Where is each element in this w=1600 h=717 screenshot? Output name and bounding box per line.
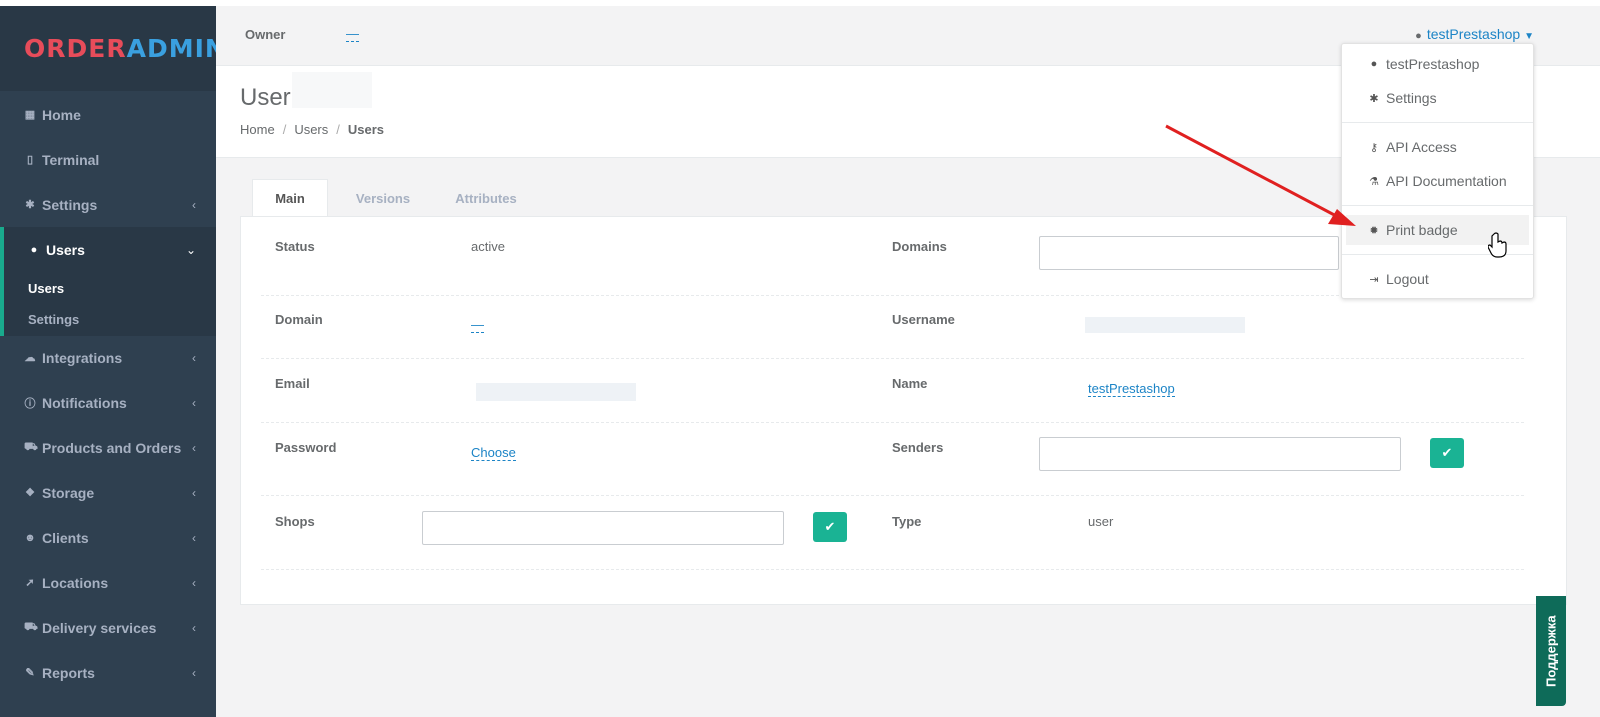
shops-label: Shops: [275, 514, 315, 529]
dropdown-item-profile[interactable]: ● testPrestashop: [1346, 49, 1529, 79]
user-icon: ●: [1370, 58, 1378, 70]
user-menu-toggle[interactable]: ● testPrestashop ▼: [1415, 26, 1534, 42]
senders-input[interactable]: [1039, 437, 1401, 471]
submenu-item-settings[interactable]: Settings: [28, 312, 79, 327]
submenu-item-users[interactable]: Users: [28, 281, 64, 296]
type-label: Type: [892, 514, 922, 529]
dropdown-divider: [1342, 205, 1533, 206]
redacted-username: [1085, 317, 1245, 333]
info-icon: ⓘ: [24, 397, 36, 410]
user-dropdown-menu: ● testPrestashop ✱ Settings ⚷ API Access ⚗ A…: [1341, 43, 1534, 299]
users-icon: ☻: [24, 531, 36, 544]
cart-icon: ⛟: [24, 440, 38, 453]
chevron-left-icon: ‹: [192, 395, 196, 410]
chevron-left-icon: ‹: [192, 620, 196, 635]
sidebar-item-home[interactable]: ▦ Home: [0, 92, 216, 137]
truck-icon: ⛟: [24, 620, 38, 633]
row-divider: [261, 495, 1524, 496]
domains-label: Domains: [892, 239, 947, 254]
breadcrumb-home[interactable]: Home: [240, 122, 275, 137]
sidebar-item-locations[interactable]: ➚ Locations ‹: [0, 560, 216, 605]
chevron-left-icon: ‹: [192, 530, 196, 545]
status-value: active: [471, 239, 505, 254]
row-divider: [261, 358, 1524, 359]
shops-confirm-button[interactable]: ✔: [813, 512, 847, 542]
sidebar-item-settings[interactable]: ✱ Settings ‹: [0, 182, 216, 227]
location-arrow-icon: ➚: [25, 577, 35, 589]
row-divider: [261, 569, 1524, 570]
owner-label: Owner: [245, 27, 286, 42]
certificate-icon: ✹: [1369, 224, 1379, 237]
check-icon: ✔: [824, 519, 836, 534]
shops-input[interactable]: [422, 511, 784, 545]
sidebar-item-clients[interactable]: ☻ Clients ‹: [0, 515, 216, 560]
redacted-id: [292, 72, 372, 108]
chevron-left-icon: ‹: [192, 197, 196, 212]
orderadmin-logo[interactable]: ORDERADMIN: [24, 34, 227, 63]
sign-out-icon: ⇥: [1369, 273, 1379, 286]
flask-icon: ⚗: [1369, 175, 1379, 188]
user-icon: ●: [1415, 30, 1422, 42]
breadcrumb-users[interactable]: Users: [294, 122, 328, 137]
gear-icon: ✱: [1369, 92, 1379, 105]
chevron-left-icon: ‹: [192, 575, 196, 590]
name-value[interactable]: testPrestashop: [1088, 381, 1175, 397]
name-label: Name: [892, 376, 928, 391]
logo-area: ORDERADMIN: [0, 6, 226, 91]
row-divider: [261, 295, 1524, 296]
tablet-icon: ▯: [26, 154, 34, 166]
status-label: Status: [275, 239, 315, 254]
sidebar-item-notifications[interactable]: ⓘ Notifications ‹: [0, 380, 216, 425]
caret-down-icon: ▼: [1524, 31, 1534, 42]
sidebar-item-storage[interactable]: ❖ Storage ‹: [0, 470, 216, 515]
senders-confirm-button[interactable]: ✔: [1430, 438, 1464, 468]
sidebar-item-integrations[interactable]: ☁ Integrations ‹: [0, 335, 216, 380]
redacted-email: [476, 383, 636, 401]
dropdown-divider: [1342, 122, 1533, 123]
password-choose-link[interactable]: Choose: [471, 445, 516, 461]
sidebar-item-users[interactable]: ● Users ⌄: [0, 227, 216, 272]
hand-cursor-icon: [1488, 232, 1507, 258]
grid-icon: ▦: [24, 109, 36, 121]
sidebar-item-delivery-services[interactable]: ⛟ Delivery services ‹: [0, 605, 216, 650]
dropdown-item-api-documentation[interactable]: ⚗ API Documentation: [1346, 166, 1529, 196]
tab-main[interactable]: Main: [252, 179, 328, 217]
domain-label: Domain: [275, 312, 323, 327]
support-tab[interactable]: Поддержка: [1536, 596, 1566, 706]
paperclip-icon: ✎: [25, 667, 35, 679]
sidebar-item-reports[interactable]: ✎ Reports ‹: [0, 650, 216, 695]
tab-versions[interactable]: Versions: [346, 179, 420, 217]
domains-input[interactable]: [1039, 236, 1339, 270]
users-submenu: Users Settings: [0, 271, 216, 336]
dropdown-item-api-access[interactable]: ⚷ API Access: [1346, 132, 1529, 162]
chevron-left-icon: ‹: [192, 485, 196, 500]
domain-selector[interactable]: —: [471, 317, 484, 333]
email-label: Email: [275, 376, 310, 391]
page-title: User: [240, 84, 291, 111]
senders-label: Senders: [892, 440, 944, 455]
dropdown-item-settings[interactable]: ✱ Settings: [1346, 83, 1529, 113]
key-icon: ⚷: [1369, 141, 1379, 154]
chevron-left-icon: ‹: [192, 350, 196, 365]
user-icon: ●: [30, 243, 38, 256]
owner-selector[interactable]: —: [346, 27, 359, 42]
chevron-down-icon: ⌄: [185, 242, 196, 257]
chevron-left-icon: ‹: [192, 440, 196, 455]
breadcrumb-current: Users: [347, 122, 385, 137]
dropdown-item-logout[interactable]: ⇥ Logout: [1346, 264, 1529, 294]
gear-icon: ✱: [25, 199, 35, 211]
cubes-icon: ❖: [25, 487, 35, 499]
chevron-left-icon: ‹: [192, 665, 196, 680]
type-value: user: [1088, 514, 1114, 529]
password-label: Password: [275, 440, 337, 455]
username-label: Username: [892, 312, 955, 327]
check-icon: ✔: [1441, 445, 1453, 460]
cloud-icon: ☁: [24, 352, 36, 364]
row-divider: [261, 422, 1524, 423]
breadcrumb: Home / Users / Users: [240, 122, 385, 137]
sidebar-item-products-and-orders[interactable]: ⛟ Products and Orders ‹: [0, 425, 216, 470]
sidebar-item-terminal[interactable]: ▯ Terminal: [0, 137, 216, 182]
tab-attributes[interactable]: Attributes: [450, 179, 522, 217]
